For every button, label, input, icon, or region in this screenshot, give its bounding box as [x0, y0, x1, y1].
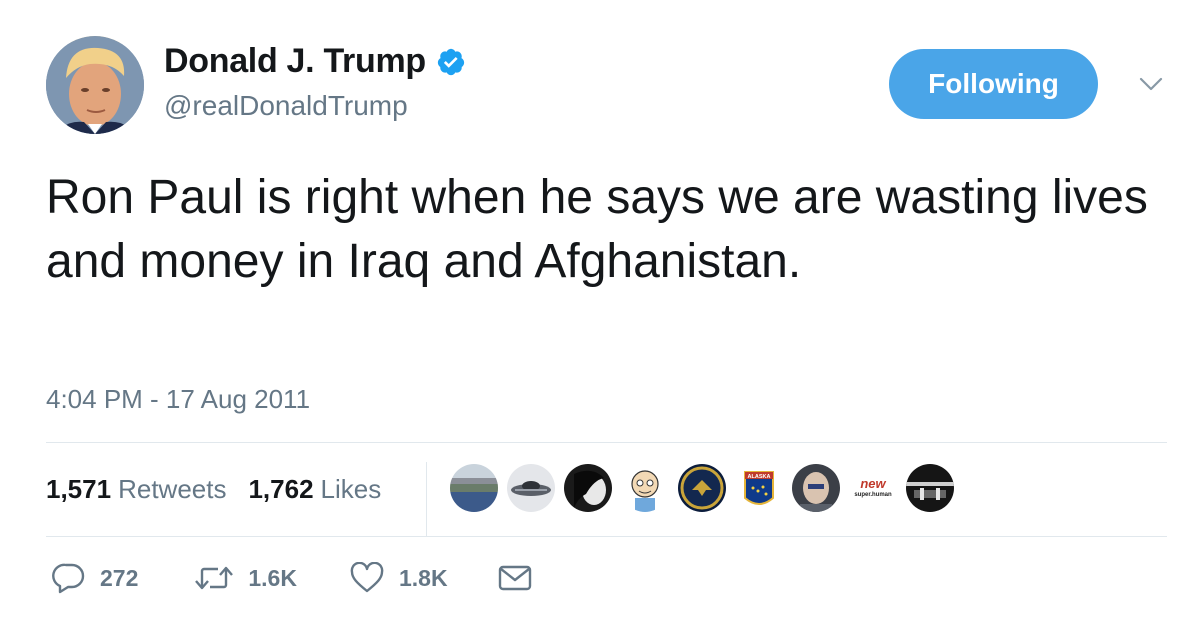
tweet-stats: 1,571 Retweets 1,762 Likes [46, 474, 381, 505]
like-count: 1.8K [398, 564, 448, 591]
tweet-text: Ron Paul is right when he says we are wa… [46, 171, 1148, 288]
liker-avatar-badge-emblem[interactable] [678, 464, 726, 512]
divider-top [46, 442, 1167, 443]
divider-bottom [46, 536, 1167, 537]
retweets-count[interactable]: 1,571 [46, 474, 111, 505]
reply-icon[interactable] [52, 562, 86, 594]
tweet-timestamp[interactable]: 4:04 PM - 17 Aug 2011 [46, 384, 310, 415]
heart-icon[interactable] [349, 562, 385, 594]
liker-avatars: ALASKA new super.human [450, 464, 963, 512]
liker-avatar-stadium[interactable] [450, 464, 498, 512]
liker-avatar-spacecraft[interactable] [507, 464, 555, 512]
reply-count: 272 [100, 564, 139, 591]
reply-action[interactable]: 272 [52, 562, 138, 594]
likes-count[interactable]: 1,762 [248, 474, 313, 505]
liker-avatar-cartoon[interactable] [621, 464, 669, 512]
chevron-down-icon[interactable] [1138, 74, 1164, 94]
liker-logo-line2: super.human [854, 492, 892, 498]
author-handle[interactable]: @realDonaldTrump [164, 90, 408, 122]
retweets-label[interactable]: Retweets [118, 474, 226, 505]
like-action[interactable]: 1.8K [349, 562, 448, 594]
liker-avatar-alaska-flag[interactable]: ALASKA [735, 464, 783, 512]
retweet-icon[interactable] [194, 563, 234, 593]
likes-label[interactable]: Likes [321, 474, 382, 505]
envelope-icon[interactable] [498, 564, 532, 592]
retweet-count: 1.6K [248, 564, 297, 591]
liker-avatar-portrait[interactable] [792, 464, 840, 512]
author-avatar[interactable] [46, 36, 144, 134]
liker-avatar-dark-landscape[interactable] [906, 464, 954, 512]
tweet-actions: 272 1.6K 1.8K [52, 562, 532, 594]
author-display-name[interactable]: Donald J. Trump [164, 42, 426, 81]
liker-avatar-new-superhuman-logo[interactable]: new super.human [849, 464, 897, 512]
author-name-row: Donald J. Trump [164, 42, 466, 81]
retweet-action[interactable]: 1.6K [194, 563, 297, 593]
following-button[interactable]: Following [889, 49, 1098, 119]
liker-logo-line1: new [860, 476, 886, 491]
verified-badge-icon [437, 48, 464, 75]
direct-message-action[interactable] [498, 564, 532, 592]
alaska-badge-text: ALASKA [748, 474, 771, 480]
liker-avatar-bw-portrait[interactable] [564, 464, 612, 512]
stats-separator [426, 462, 427, 536]
